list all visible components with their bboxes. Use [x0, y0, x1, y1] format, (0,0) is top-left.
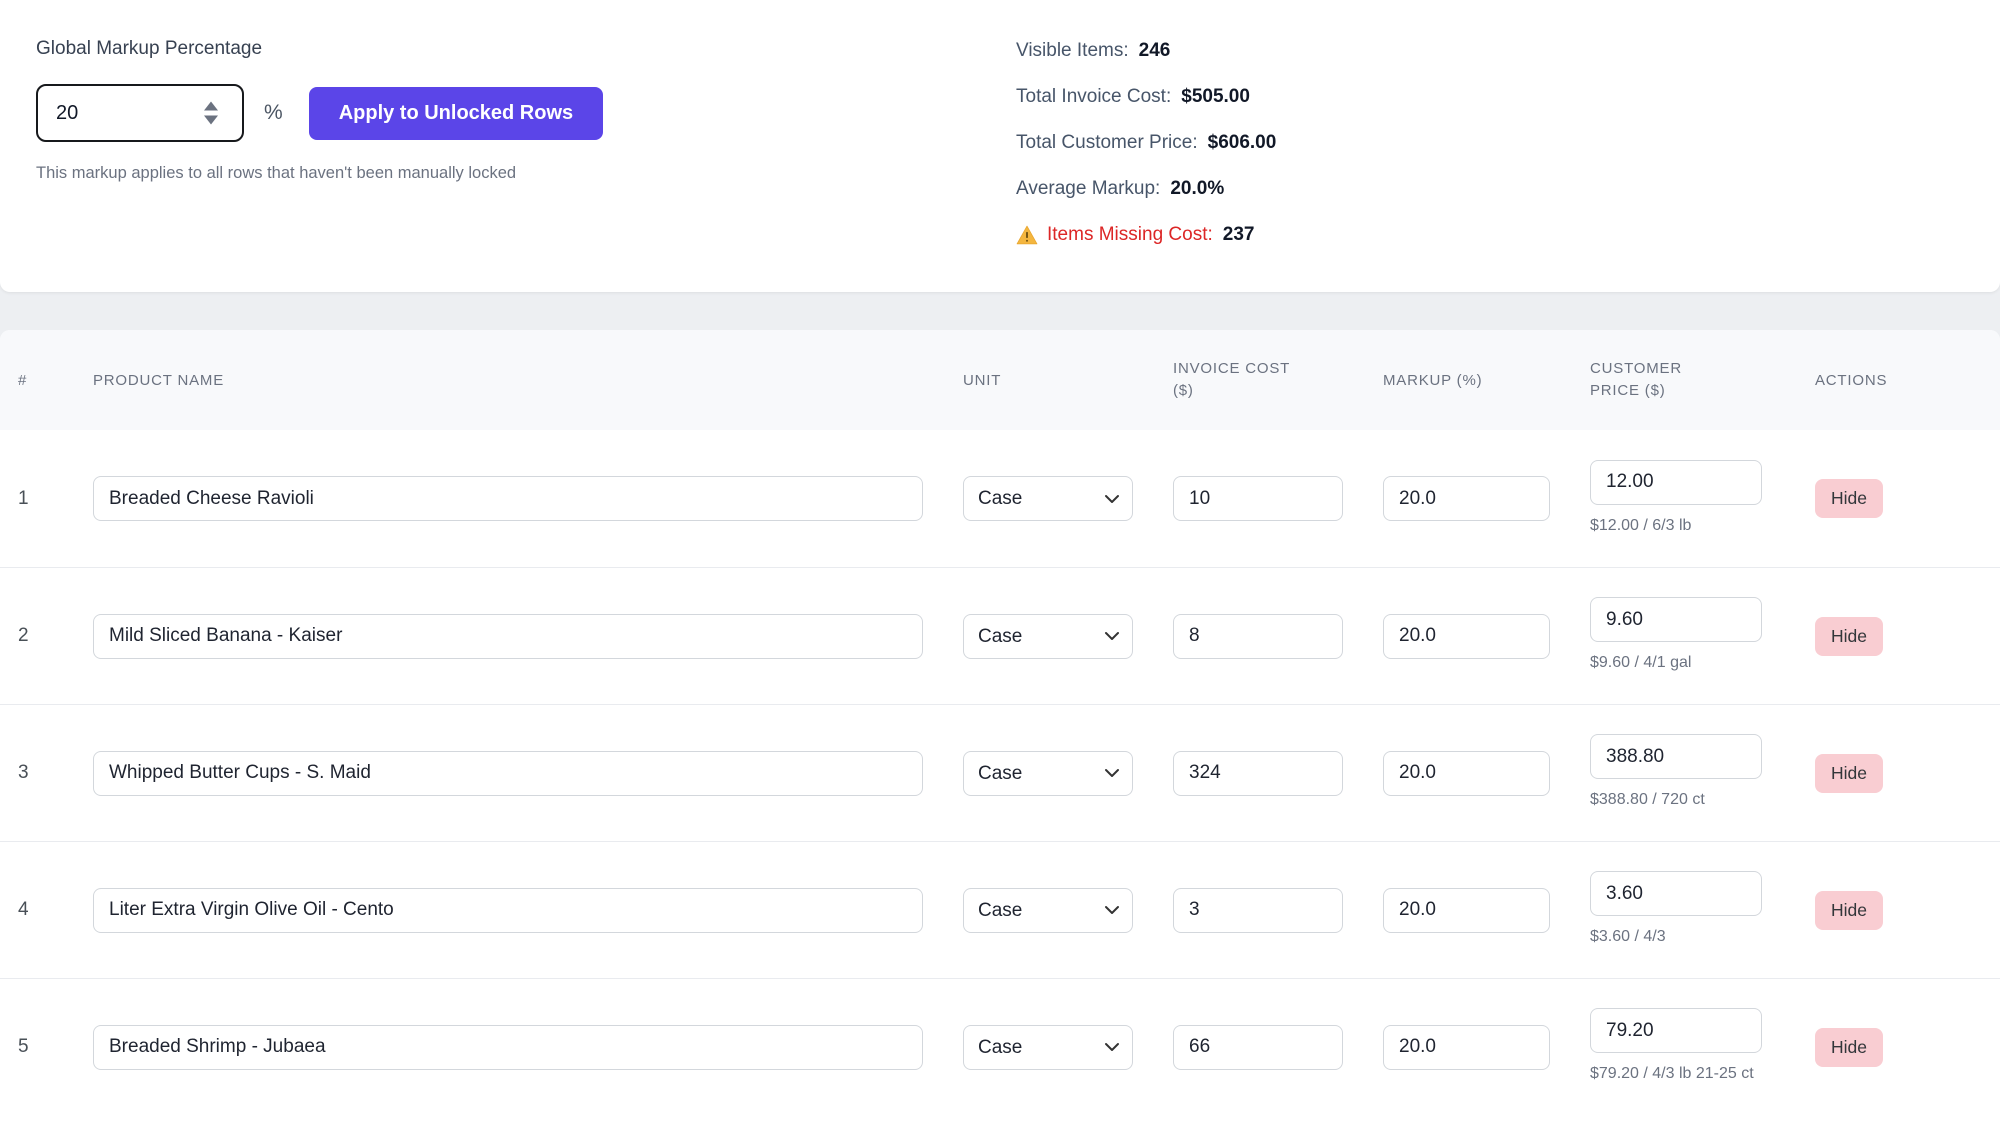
hide-row-button[interactable]: Hide — [1815, 754, 1883, 793]
invoice-cost-input[interactable] — [1173, 888, 1343, 933]
hide-row-button[interactable]: Hide — [1815, 1028, 1883, 1067]
unit-select[interactable]: Case — [963, 1025, 1133, 1070]
stat-average-markup: Average Markup: 20.0% — [1016, 174, 1276, 204]
hide-row-button[interactable]: Hide — [1815, 891, 1883, 930]
col-header-index: # — [18, 372, 53, 389]
table-body: 1 Case $12.00 / 6/3 lb Hide 2 Case $ — [0, 430, 2000, 1115]
unit-select[interactable]: Case — [963, 888, 1133, 933]
price-per-unit-detail: $388.80 / 720 ct — [1590, 788, 1775, 811]
price-per-unit-detail: $3.60 / 4/3 — [1590, 925, 1775, 948]
percent-symbol: % — [264, 101, 283, 125]
unit-select[interactable]: Case — [963, 751, 1133, 796]
stat-value: $606.00 — [1208, 132, 1277, 154]
col-header-markup: Markup (%) — [1383, 372, 1550, 389]
unit-select[interactable]: Case — [963, 476, 1133, 521]
product-name-input[interactable] — [93, 751, 923, 796]
stat-label: Items Missing Cost: — [1047, 224, 1213, 246]
price-per-unit-detail: $9.60 / 4/1 gal — [1590, 651, 1775, 674]
stepper-down-icon[interactable] — [204, 116, 218, 125]
unit-select[interactable]: Case — [963, 614, 1133, 659]
col-header-product-name: Product Name — [93, 372, 923, 389]
col-header-actions: Actions — [1815, 372, 1895, 389]
markup-helper-text: This markup applies to all rows that hav… — [36, 164, 603, 183]
number-stepper-icon[interactable] — [204, 102, 218, 125]
invoice-cost-input[interactable] — [1173, 614, 1343, 659]
table-header-row: # Product Name Unit Invoice Cost ($) Mar… — [0, 330, 2000, 430]
hide-row-button[interactable]: Hide — [1815, 479, 1883, 518]
table-row: 1 Case $12.00 / 6/3 lb Hide — [0, 430, 2000, 567]
markup-input[interactable] — [1383, 1025, 1550, 1070]
table-row: 3 Case $388.80 / 720 ct Hide — [0, 704, 2000, 841]
pricing-table: # Product Name Unit Invoice Cost ($) Mar… — [0, 330, 2000, 1125]
global-markup-panel: Global Markup Percentage % Apply to Unlo… — [36, 38, 603, 183]
col-header-invoice-cost: Invoice Cost ($) — [1173, 358, 1305, 402]
customer-price-input[interactable] — [1590, 734, 1762, 779]
stat-total-invoice-cost: Total Invoice Cost: $505.00 — [1016, 82, 1276, 112]
stat-label: Visible Items: — [1016, 40, 1129, 62]
markup-input[interactable] — [1383, 614, 1550, 659]
stepper-up-icon[interactable] — [204, 102, 218, 111]
invoice-cost-input[interactable] — [1173, 1025, 1343, 1070]
stat-value: 246 — [1139, 40, 1171, 62]
markup-input[interactable] — [1383, 751, 1550, 796]
row-index: 4 — [18, 899, 53, 921]
stat-label: Total Customer Price: — [1016, 132, 1198, 154]
markup-input[interactable] — [1383, 476, 1550, 521]
customer-price-input[interactable] — [1590, 1008, 1762, 1053]
table-row: 5 Case $79.20 / 4/3 lb 21-25 ct Hide — [0, 978, 2000, 1115]
stat-value: 20.0% — [1170, 178, 1224, 200]
stat-visible-items: Visible Items: 246 — [1016, 36, 1276, 66]
row-index: 2 — [18, 625, 53, 647]
markup-input[interactable] — [1383, 888, 1550, 933]
stat-total-customer-price: Total Customer Price: $606.00 — [1016, 128, 1276, 158]
customer-price-input[interactable] — [1590, 871, 1762, 916]
product-name-input[interactable] — [93, 614, 923, 659]
stat-label: Total Invoice Cost: — [1016, 86, 1171, 108]
price-per-unit-detail: $12.00 / 6/3 lb — [1590, 514, 1775, 537]
stat-value: 237 — [1223, 224, 1255, 246]
product-name-input[interactable] — [93, 1025, 923, 1070]
global-markup-label: Global Markup Percentage — [36, 38, 603, 60]
row-index: 3 — [18, 762, 53, 784]
row-index: 5 — [18, 1036, 53, 1058]
table-row: 2 Case $9.60 / 4/1 gal Hide — [0, 567, 2000, 704]
customer-price-input[interactable] — [1590, 597, 1762, 642]
product-name-input[interactable] — [93, 888, 923, 933]
stat-value: $505.00 — [1181, 86, 1250, 108]
col-header-customer-price: Customer Price ($) — [1590, 358, 1708, 402]
warning-icon — [1016, 225, 1038, 245]
hide-row-button[interactable]: Hide — [1815, 617, 1883, 656]
invoice-cost-input[interactable] — [1173, 476, 1343, 521]
stat-label: Average Markup: — [1016, 178, 1160, 200]
price-per-unit-detail: $79.20 / 4/3 lb 21-25 ct — [1590, 1062, 1775, 1085]
summary-stats: Visible Items: 246 Total Invoice Cost: $… — [1016, 36, 1276, 266]
apply-to-unlocked-rows-button[interactable]: Apply to Unlocked Rows — [309, 87, 603, 140]
customer-price-input[interactable] — [1590, 460, 1762, 505]
stat-items-missing-cost: Items Missing Cost: 237 — [1016, 220, 1276, 250]
markup-toolbar: Global Markup Percentage % Apply to Unlo… — [0, 0, 2000, 292]
row-index: 1 — [18, 488, 53, 510]
invoice-cost-input[interactable] — [1173, 751, 1343, 796]
table-row: 4 Case $3.60 / 4/3 Hide — [0, 841, 2000, 978]
col-header-unit: Unit — [963, 372, 1133, 389]
product-name-input[interactable] — [93, 476, 923, 521]
